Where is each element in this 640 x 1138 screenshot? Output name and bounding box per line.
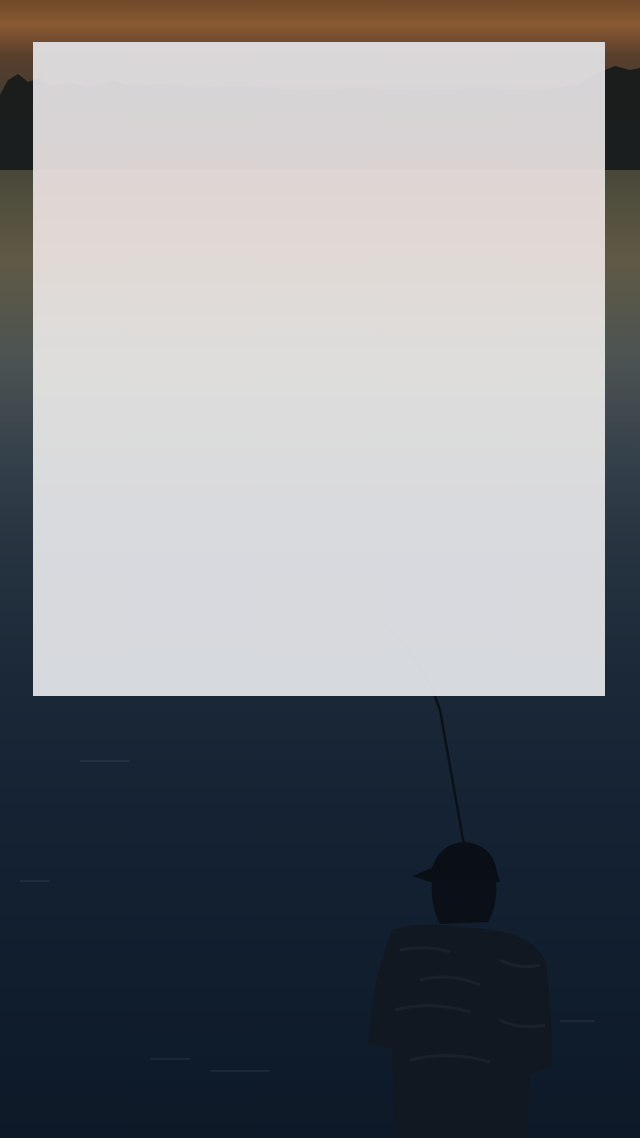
content-card-overlay <box>33 42 605 696</box>
cap <box>412 842 500 882</box>
head <box>431 880 497 924</box>
torso <box>368 924 552 1138</box>
background-photo <box>0 0 640 1138</box>
